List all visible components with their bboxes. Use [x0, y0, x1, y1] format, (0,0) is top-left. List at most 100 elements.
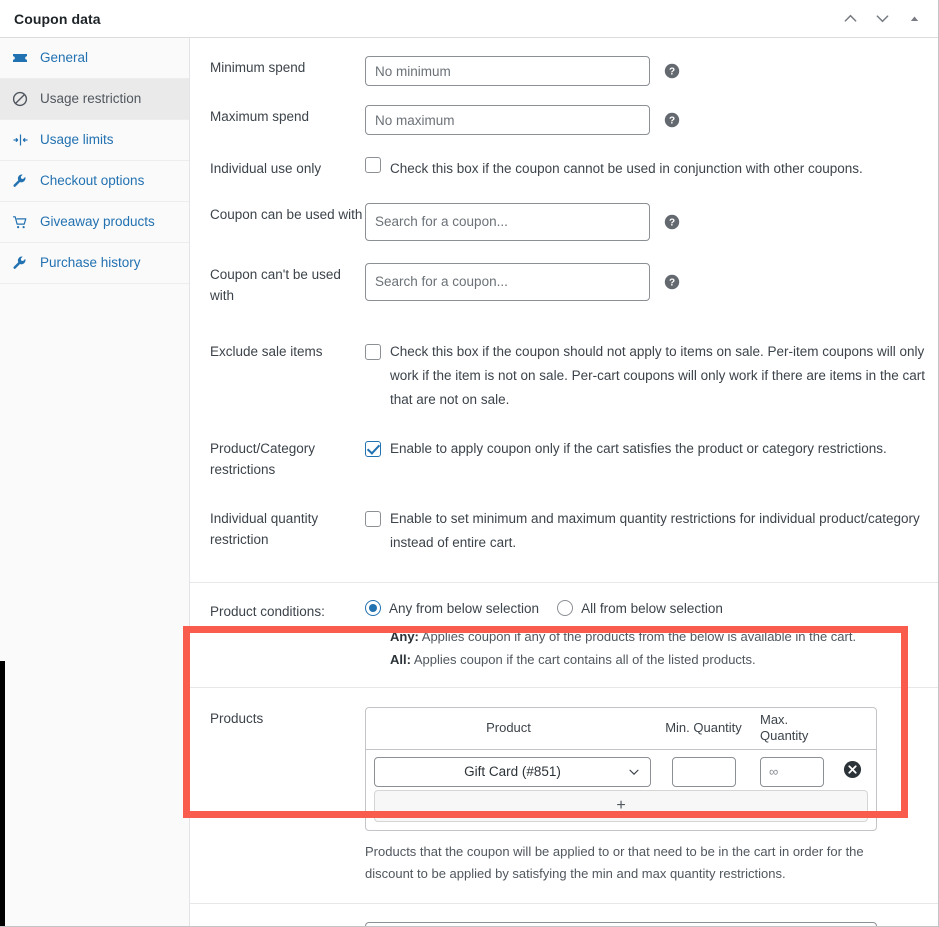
add-row-wrapper: + [366, 789, 876, 830]
radio-any-label: Any from below selection [389, 600, 540, 616]
field-coupon-cannot-be-used-with: Coupon can't be used with ? [190, 241, 938, 307]
product-conditions-radio-group: Any from below selection All from below … [365, 600, 935, 617]
minimum-spend-input[interactable] [365, 56, 650, 86]
radio-all-label: All from below selection [581, 600, 723, 616]
svg-text:?: ? [669, 217, 675, 228]
max-quantity-cell [756, 756, 828, 787]
radio-all-from-below[interactable] [557, 600, 574, 617]
column-header-max-quantity: Max. Quantity [760, 711, 809, 744]
cart-icon [12, 214, 34, 230]
help-icon[interactable]: ? [664, 214, 680, 230]
coupon-data-tabs: General Usage restriction Usage limits C… [0, 38, 190, 926]
field-individual-use-only: Individual use only Check this box if th… [190, 135, 938, 181]
sidebar-item-giveaway-products[interactable]: Giveaway products [0, 202, 189, 243]
field-product-conditions: Product conditions: Any from below selec… [190, 583, 938, 670]
table-row: Gift Card (#851) [366, 750, 876, 790]
products-description: Products that the coupon will be applied… [365, 843, 864, 881]
sidebar-item-usage-limits[interactable]: Usage limits [0, 120, 189, 161]
sidebar-item-label: Usage restriction [40, 91, 142, 107]
sidebar-item-general[interactable]: General [0, 38, 189, 79]
field-label: Individual use only [210, 161, 322, 176]
individual-quantity-restriction-description: Enable to set minimum and maximum quanti… [390, 511, 920, 550]
exclude-sale-items-checkbox[interactable] [365, 344, 381, 361]
help-any-text: Applies coupon if any of the products fr… [418, 629, 857, 645]
field-label: Product conditions: [210, 604, 325, 620]
coupon-can-be-used-with-input[interactable] [365, 202, 650, 241]
product-category-restrictions-checkbox[interactable] [365, 441, 381, 458]
product-select-value: Gift Card (#851) [464, 764, 561, 780]
maximum-spend-input[interactable] [365, 105, 650, 135]
field-label: Individual quantity restriction [210, 511, 319, 548]
left-edge-strip [0, 661, 5, 926]
field-label: Minimum spend [210, 60, 306, 75]
sidebar-item-label: Usage limits [40, 132, 114, 148]
svg-text:?: ? [669, 116, 675, 127]
page-title: Coupon data [14, 10, 101, 27]
wrench-icon [12, 173, 34, 189]
field-label: Coupon can't be used with [210, 266, 341, 303]
panel-body: General Usage restriction Usage limits C… [0, 38, 938, 926]
coupon-cannot-be-used-with-input[interactable] [365, 262, 650, 301]
sidebar-item-checkout-options[interactable]: Checkout options [0, 161, 189, 202]
panel-header-controls [836, 5, 928, 33]
help-icon[interactable]: ? [664, 63, 680, 79]
block-icon [12, 91, 34, 107]
panel-header: Coupon data [0, 0, 938, 38]
field-maximum-spend: Maximum spend ? [190, 86, 938, 135]
svg-text:?: ? [669, 277, 675, 288]
usage-restriction-form: Minimum spend ? Maximum spend [190, 38, 938, 926]
field-label: Product/Category restrictions [210, 441, 316, 478]
field-exclude-products: Exclude products Products that the coupo… [190, 904, 938, 926]
exclude-sale-items-description: Check this box if the coupon should not … [390, 344, 925, 407]
product-category-restrictions-description: Enable to apply coupon only if the cart … [390, 441, 887, 457]
limits-icon [12, 132, 34, 148]
chevron-down-icon [627, 765, 641, 779]
field-individual-quantity-restriction: Individual quantity restriction Enable t… [190, 481, 938, 554]
individual-use-checkbox[interactable] [365, 157, 381, 173]
product-cell: Gift Card (#851) [366, 756, 651, 787]
product-conditions-help: Any: Applies coupon if any of the produc… [365, 626, 935, 670]
column-header-min-quantity: Min. Quantity [665, 720, 742, 735]
individual-use-description: Check this box if the coupon cannot be u… [390, 161, 863, 176]
field-label: Coupon can be used with [210, 206, 363, 222]
product-select[interactable]: Gift Card (#851) [374, 756, 651, 787]
add-product-row-button[interactable]: + [374, 789, 868, 822]
help-all-text: Applies coupon if the cart contains all … [410, 651, 756, 667]
wrench-icon [12, 255, 34, 271]
products-table-header: Product Min. Quantity Max. Quantity [366, 708, 876, 750]
max-quantity-input[interactable] [760, 756, 824, 787]
coupon-data-panel: Coupon data General Usage restriction Us… [0, 0, 939, 927]
field-exclude-sale-items: Exclude sale items Check this box if the… [190, 306, 938, 411]
min-quantity-cell [651, 756, 756, 787]
sidebar-item-label: General [40, 50, 89, 66]
toggle-panel-icon[interactable] [900, 5, 928, 33]
ticket-icon [12, 50, 34, 66]
move-down-icon[interactable] [868, 5, 896, 33]
help-icon[interactable]: ? [664, 112, 680, 128]
delete-circle-icon [843, 760, 862, 784]
products-field-row: Products Product Min. Quantity Max. Quan… [190, 688, 938, 885]
move-up-icon[interactable] [836, 5, 864, 33]
column-header-product: Product [486, 720, 531, 735]
field-label: Exclude sale items [210, 344, 323, 360]
field-label: Products [210, 710, 264, 726]
help-icon[interactable]: ? [664, 274, 680, 290]
sidebar-item-usage-restriction[interactable]: Usage restriction [0, 79, 189, 120]
exclude-products-input[interactable] [365, 921, 877, 926]
sidebar-item-purchase-history[interactable]: Purchase history [0, 243, 189, 284]
svg-text:?: ? [669, 67, 675, 78]
sidebar-item-label: Giveaway products [40, 214, 155, 230]
min-quantity-input[interactable] [671, 756, 736, 787]
sidebar-item-label: Checkout options [40, 173, 145, 189]
radio-any-from-below[interactable] [365, 600, 381, 617]
help-any-prefix: Any: [390, 629, 419, 645]
field-product-category-restrictions: Product/Category restrictions Enable to … [190, 411, 938, 481]
products-table: Product Min. Quantity Max. Quantity Gift… [365, 706, 877, 831]
help-all-prefix: All: [390, 651, 411, 667]
delete-row-button[interactable] [828, 760, 876, 784]
field-coupon-can-be-used-with: Coupon can be used with ? [190, 181, 938, 241]
sidebar-item-label: Purchase history [40, 255, 141, 271]
field-minimum-spend: Minimum spend ? [190, 38, 938, 86]
individual-quantity-restriction-checkbox[interactable] [365, 511, 381, 528]
field-label: Maximum spend [210, 109, 310, 124]
